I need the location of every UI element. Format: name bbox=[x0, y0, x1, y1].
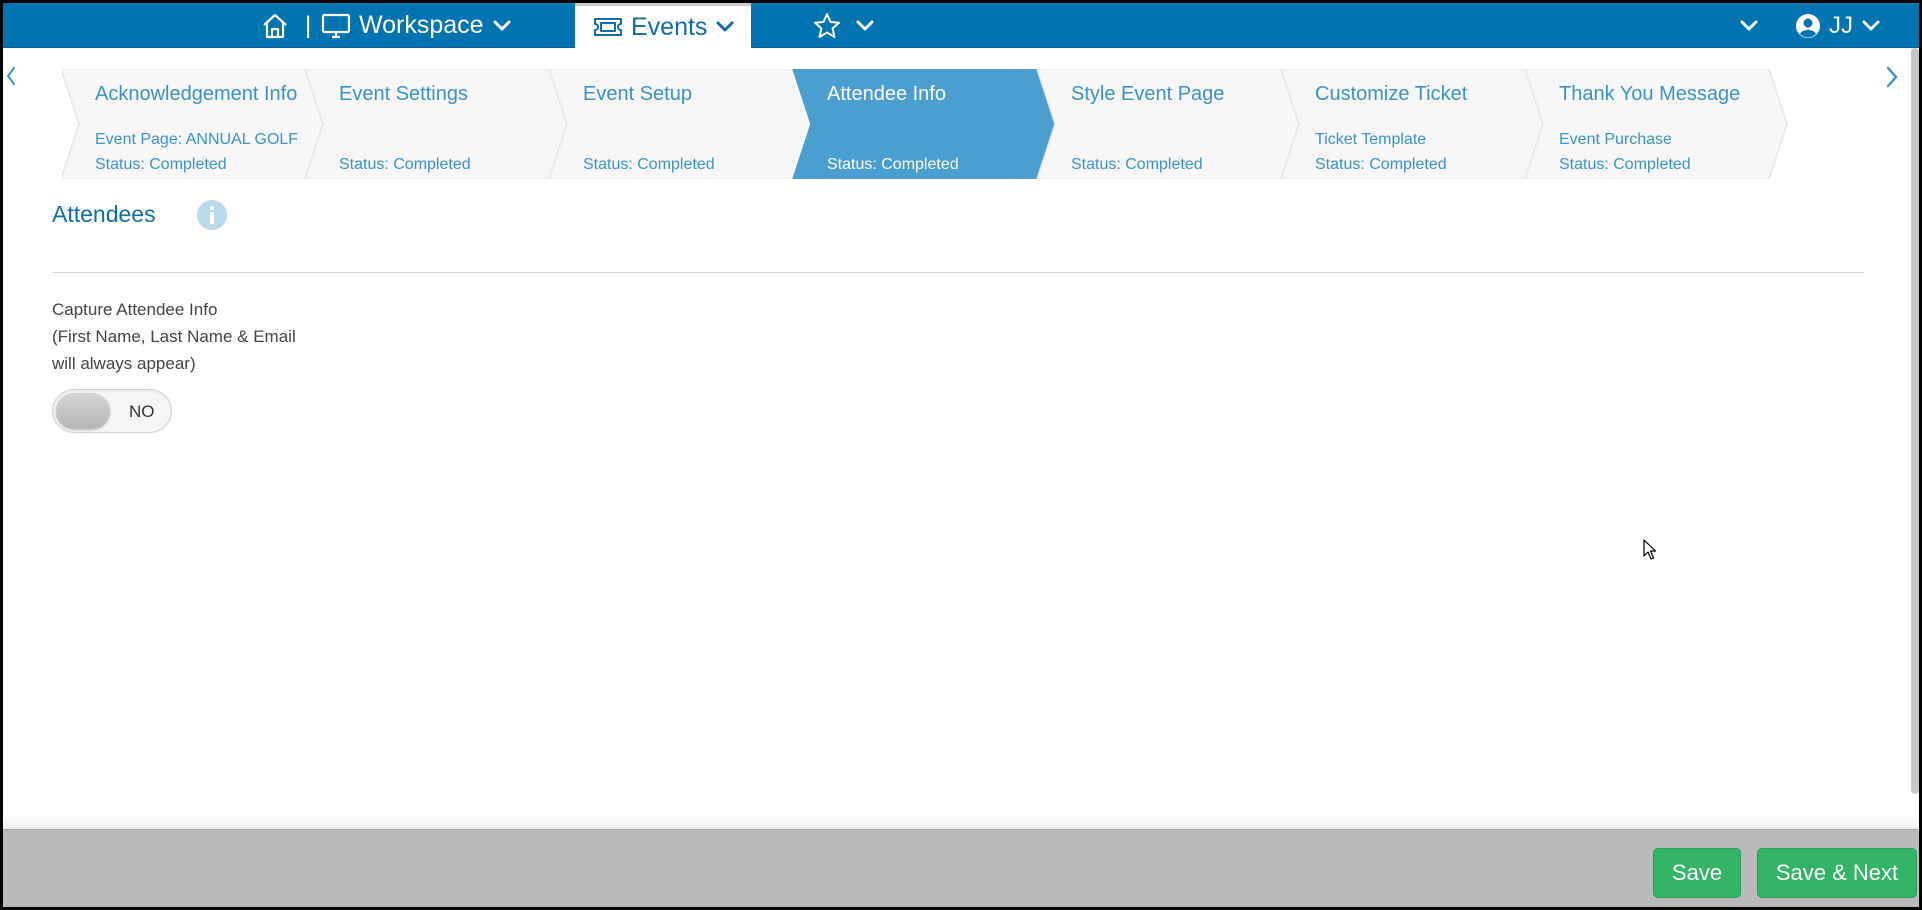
step-title: Customize Ticket bbox=[1315, 83, 1468, 105]
toggle-knob bbox=[56, 393, 110, 429]
section-divider bbox=[52, 272, 1864, 273]
chevron-down-icon bbox=[855, 19, 875, 33]
favorites-menu[interactable] bbox=[813, 3, 875, 48]
chevron-down-icon bbox=[492, 19, 512, 33]
save-and-next-button[interactable]: Save & Next bbox=[1757, 848, 1917, 898]
chevron-left-icon bbox=[6, 66, 16, 91]
step-status: Status: Completed bbox=[339, 156, 471, 173]
chevron-down-icon bbox=[1861, 19, 1881, 33]
nav-separator: | bbox=[305, 11, 312, 39]
step-status: Status: Completed bbox=[95, 156, 227, 173]
step-status: Status: Completed bbox=[583, 156, 715, 173]
capture-attendee-toggle[interactable]: NO bbox=[52, 389, 172, 433]
step-subtitle: Event Page: ANNUAL GOLF bbox=[95, 131, 299, 148]
home-icon bbox=[261, 13, 289, 39]
step-title: Event Settings bbox=[339, 83, 468, 105]
footer-shadow bbox=[3, 815, 1919, 829]
capture-attendee-note: (First Name, Last Name & Email bbox=[52, 327, 296, 346]
home-button[interactable] bbox=[261, 3, 289, 48]
step-event-setup[interactable]: Event Setup Status: Completed bbox=[549, 69, 779, 179]
section-title: Attendees bbox=[52, 201, 156, 227]
chevron-right-icon bbox=[1886, 66, 1898, 93]
more-menu-button[interactable] bbox=[1739, 3, 1759, 48]
stepper-next-button[interactable] bbox=[1881, 65, 1903, 93]
capture-attendee-note: will always appear) bbox=[52, 354, 196, 373]
info-icon[interactable] bbox=[196, 199, 228, 231]
wizard-stepper: Acknowledgement Info Event Page: ANNUAL … bbox=[61, 69, 1788, 179]
ticket-icon bbox=[593, 16, 623, 38]
events-menu[interactable]: Events bbox=[575, 3, 751, 48]
step-title: Style Event Page bbox=[1071, 83, 1225, 105]
top-navigation-bar: | Workspace Events JJ bbox=[3, 3, 1919, 48]
user-menu[interactable]: JJ bbox=[1795, 3, 1881, 48]
scrollbar-thumb[interactable] bbox=[1911, 48, 1919, 794]
workspace-menu[interactable]: Workspace bbox=[321, 3, 512, 48]
step-event-settings[interactable]: Event Settings Status: Completed bbox=[305, 69, 535, 179]
step-subtitle: Ticket Template bbox=[1315, 131, 1427, 148]
capture-attendee-label: Capture Attendee Info bbox=[52, 300, 218, 319]
save-button[interactable]: Save bbox=[1653, 848, 1741, 898]
user-circle-icon bbox=[1795, 13, 1821, 39]
step-title: Thank You Message bbox=[1559, 83, 1741, 105]
star-icon bbox=[813, 12, 841, 39]
user-initials: JJ bbox=[1829, 11, 1853, 39]
vertical-scrollbar[interactable] bbox=[1911, 48, 1919, 798]
footer-action-bar: Save Save & Next bbox=[3, 829, 1919, 907]
workspace-label: Workspace bbox=[359, 11, 484, 39]
step-status: Status: Completed bbox=[827, 156, 959, 173]
step-acknowledgement-info[interactable]: Acknowledgement Info Event Page: ANNUAL … bbox=[61, 69, 298, 179]
step-attendee-info[interactable]: Attendee Info Status: Completed bbox=[793, 69, 1023, 179]
step-subtitle: Event Purchase bbox=[1559, 131, 1672, 148]
step-title: Attendee Info bbox=[827, 83, 946, 105]
app-window: | Workspace Events JJ Acknowledgement In… bbox=[0, 0, 1922, 910]
step-title: Event Setup bbox=[583, 83, 692, 105]
step-customize-ticket[interactable]: Customize Ticket Ticket Template Status:… bbox=[1281, 69, 1511, 179]
chevron-down-icon bbox=[1739, 19, 1759, 33]
step-style-event-page[interactable]: Style Event Page Status: Completed bbox=[1037, 69, 1267, 179]
step-status: Status: Completed bbox=[1559, 156, 1691, 173]
step-status: Status: Completed bbox=[1071, 156, 1203, 173]
chevron-down-icon bbox=[715, 20, 735, 34]
stepper-prev-button[interactable] bbox=[3, 63, 19, 93]
events-label: Events bbox=[631, 12, 708, 41]
step-thank-you-message[interactable]: Thank You Message Event Purchase Status:… bbox=[1525, 69, 1755, 179]
toggle-label: NO bbox=[129, 402, 155, 421]
step-title: Acknowledgement Info bbox=[95, 83, 298, 105]
monitor-icon bbox=[321, 13, 351, 39]
mouse-cursor-icon bbox=[1643, 539, 1657, 566]
step-status: Status: Completed bbox=[1315, 156, 1447, 173]
